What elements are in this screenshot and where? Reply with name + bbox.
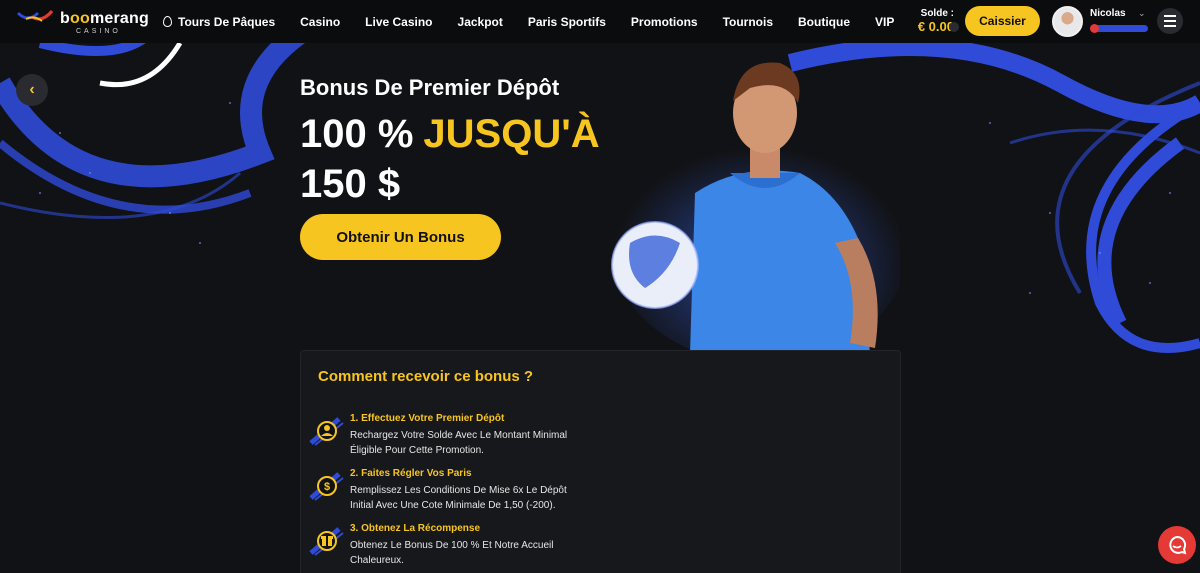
hero-headline-upto: JUSQU'À: [423, 112, 600, 156]
chevron-left-icon: ‹: [29, 81, 35, 98]
get-bonus-button[interactable]: Obtenir Un Bonus: [300, 214, 501, 260]
level-progress-marker: [1090, 24, 1099, 33]
avatar[interactable]: [1052, 6, 1083, 37]
balance-value: € 0.00: [917, 19, 954, 34]
gift-icon: [309, 527, 344, 556]
nav-item-casino[interactable]: Casino: [300, 15, 340, 29]
nav-item-sports-betting[interactable]: Paris Sportifs: [528, 15, 606, 29]
live-chat-button[interactable]: [1158, 526, 1196, 564]
nav-item-vip[interactable]: VIP: [875, 15, 894, 29]
cashier-button[interactable]: Caissier: [965, 6, 1040, 36]
promo-hero: ‹ Bonus De Premier Dépôt 100 % JUSQU'À 15…: [0, 43, 1200, 573]
brand-logo[interactable]: boomerang CASINO: [16, 7, 149, 37]
list-item: 3. Obtenez La Récompense Obtenez Le Bonu…: [309, 523, 869, 573]
hero-headline-percent: 100 %: [300, 112, 414, 156]
how-to-bonus-card: Comment recevoir ce bonus ? 1. Effectuez…: [300, 350, 901, 573]
nav-item-live-casino[interactable]: Live Casino: [365, 15, 432, 29]
step-description: Obtenez Le Bonus De 100 % Et Notre Accue…: [350, 540, 554, 566]
balance-widget[interactable]: Solde : € 0.00: [900, 8, 959, 34]
step-title: 1. Effectuez Votre Premier Dépôt: [350, 413, 505, 424]
user-deposit-icon: [309, 417, 344, 446]
nav-item-easter-tours[interactable]: Tours De Pâques: [163, 15, 275, 29]
step-title: 3. Obtenez La Récompense: [350, 523, 481, 534]
boomerang-logo-icon: [16, 10, 54, 22]
step-title: 2. Faites Régler Vos Paris: [350, 468, 472, 479]
carousel-back-button[interactable]: ‹: [16, 74, 48, 106]
svg-text:$: $: [324, 481, 330, 493]
balance-label: Solde :: [920, 8, 954, 19]
nav-item-shop[interactable]: Boutique: [798, 15, 850, 29]
brand-subtitle: CASINO: [76, 28, 121, 35]
brand-wordmark: boomerang: [60, 10, 149, 27]
level-progress-bar: [1090, 24, 1148, 33]
chevron-down-icon[interactable]: ⌄: [1138, 8, 1146, 19]
step-description: Rechargez Votre Solde Avec Le Montant Mi…: [350, 430, 568, 456]
easter-egg-icon: [163, 16, 172, 27]
main-nav: Tours De Pâques Casino Live Casino Jackp…: [163, 0, 919, 43]
hero-headline: 100 % JUSQU'À 150 $: [300, 109, 640, 209]
hero-subtitle: Bonus De Premier Dépôt: [300, 75, 560, 100]
dollar-coin-icon: $: [309, 472, 344, 501]
chat-bubble-icon: [1169, 535, 1187, 555]
how-to-title: Comment recevoir ce bonus ?: [318, 368, 534, 385]
list-item: $ 2. Faites Régler Vos Paris Remplissez …: [309, 468, 869, 518]
nav-item-promotions[interactable]: Promotions: [631, 15, 698, 29]
user-widget[interactable]: Nicolas ⌄: [1090, 8, 1150, 33]
nav-item-jackpot[interactable]: Jackpot: [458, 15, 503, 29]
hamburger-menu-icon[interactable]: [1157, 8, 1183, 34]
top-navbar: boomerang CASINO Tours De Pâques Casino …: [0, 0, 1200, 43]
chevron-down-icon[interactable]: [949, 22, 959, 32]
hero-headline-amount: 150 $: [300, 162, 401, 206]
step-description: Remplissez Les Conditions De Mise 6x Le …: [350, 485, 567, 511]
list-item: 1. Effectuez Votre Premier Dépôt Recharg…: [309, 413, 869, 463]
nav-item-tournaments[interactable]: Tournois: [723, 15, 773, 29]
football-player-image: [610, 62, 900, 353]
